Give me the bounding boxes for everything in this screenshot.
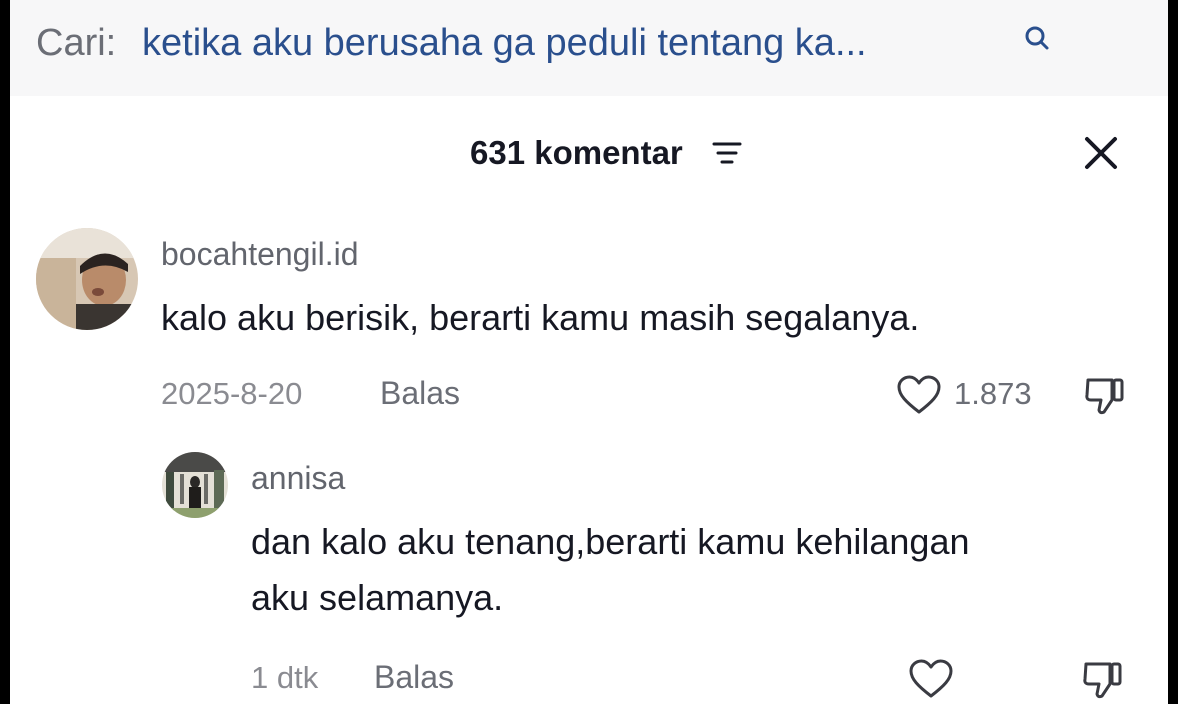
reply-date: 1 dtk	[251, 660, 319, 695]
search-query-link[interactable]: ketika aku berusaha ga peduli tentang ka…	[142, 22, 867, 65]
search-prefix: Cari:	[36, 22, 117, 64]
reply-text: dan kalo aku tenang,berarti kamu kehilan…	[251, 521, 970, 618]
comments-header: 631 komentar	[10, 118, 1168, 188]
heart-icon[interactable]	[896, 374, 942, 416]
comment-date: 2025-8-20	[161, 376, 303, 411]
avatar[interactable]	[162, 452, 228, 518]
like-count: 1.873	[954, 376, 1032, 411]
reply-button[interactable]: Balas	[374, 659, 454, 696]
reply-username[interactable]: annisa	[251, 460, 345, 497]
thumbs-down-icon[interactable]	[1082, 372, 1128, 418]
close-icon[interactable]	[1082, 134, 1120, 172]
thumbs-down-icon[interactable]	[1080, 656, 1126, 702]
comment-text: kalo aku berisik, berarti kamu masih seg…	[161, 297, 920, 338]
comment-username[interactable]: bocahtengil.id	[161, 236, 358, 273]
heart-icon[interactable]	[908, 658, 954, 700]
filter-icon[interactable]	[712, 140, 742, 166]
search-icon[interactable]	[1022, 24, 1052, 54]
avatar[interactable]	[36, 228, 138, 330]
search-bar[interactable]: Cari: ketika aku berusaha ga peduli tent…	[10, 0, 1168, 96]
comment-count: 631 komentar	[470, 134, 683, 171]
comments-screen: Cari: ketika aku berusaha ga peduli tent…	[10, 0, 1168, 704]
reply-button[interactable]: Balas	[380, 375, 460, 412]
